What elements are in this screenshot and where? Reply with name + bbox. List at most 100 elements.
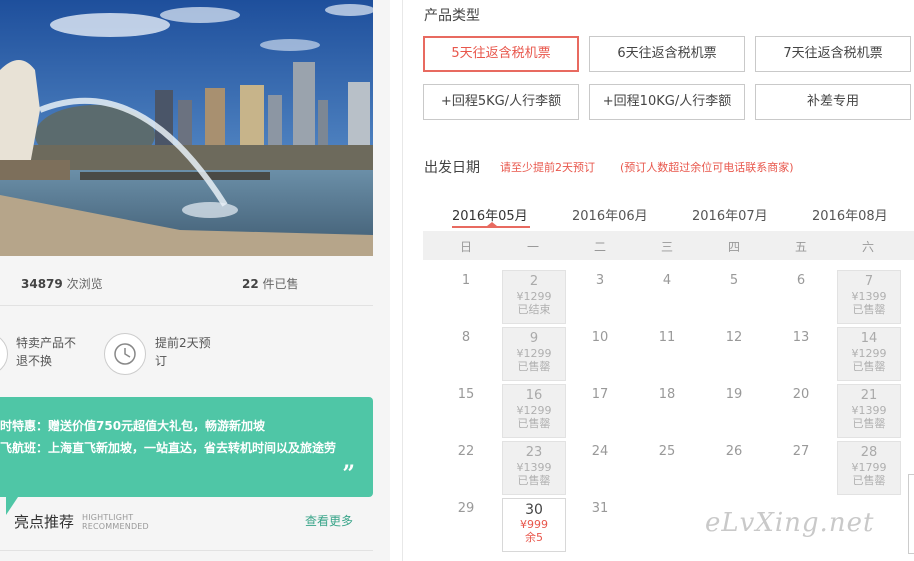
tab-month-2016-08[interactable]: 2016年08月: [812, 205, 888, 224]
highlight-en-line2: RECOMMENDED: [82, 522, 149, 531]
weekday-header: 日 一 二 三 四 五 六: [423, 231, 914, 260]
view-more-link[interactable]: 查看更多: [305, 512, 353, 529]
no-refund-icon: [0, 333, 8, 375]
calendar-day: 3: [595, 273, 605, 288]
promo-line-2: 飞航班：上海直飞新加坡，一站直达，省去转机时间以及旅途劳: [0, 441, 337, 455]
calendar-day: 6: [796, 273, 806, 288]
calendar-day: 27: [792, 444, 810, 459]
day-number: 16: [525, 388, 543, 403]
promo-line-1: 时特惠：赠送价值750元超值大礼包，畅游新加坡: [0, 419, 266, 433]
calendar-day-priced[interactable]: 7 ¥1399 已售罄: [837, 270, 901, 324]
day-price: ¥1399: [516, 461, 552, 474]
service-features: 特卖产品不 退不换 提前2天预 订: [0, 307, 373, 391]
day-number: 23: [525, 445, 543, 460]
day-number: 28: [860, 445, 878, 460]
weekday-thu: 四: [727, 240, 740, 254]
feature-advance-line2: 订: [155, 354, 168, 368]
day-price: ¥1299: [516, 347, 552, 360]
day-status: 已售罄: [852, 360, 886, 373]
calendar-day: 13: [792, 330, 810, 345]
calendar-day-priced[interactable]: 16 ¥1299 已售罄: [502, 384, 566, 438]
tab-month-2016-06[interactable]: 2016年06月: [572, 205, 648, 224]
highlight-title: 亮点推荐: [14, 513, 75, 531]
day-number: 2: [529, 274, 539, 289]
day-price: ¥1299: [851, 347, 887, 360]
weekday-tue: 二: [593, 240, 606, 254]
advance-booking-tip: 请至少提前2天预订: [500, 161, 595, 174]
sold-count: 22: [242, 277, 259, 291]
feature-no-refund-line1: 特卖产品不: [16, 336, 77, 350]
calendar-day: 25: [658, 444, 676, 459]
calendar-day-available[interactable]: 30 ¥999 余5: [502, 498, 566, 552]
product-option-6day[interactable]: 6天往返含税机票: [589, 36, 745, 72]
feature-advance-booking: 提前2天预 订: [155, 334, 235, 370]
sold-stat: 22 件已售: [242, 275, 299, 292]
day-price: ¥1399: [851, 290, 887, 303]
day-status: 已售罄: [852, 303, 886, 316]
weekday-wed: 三: [660, 240, 673, 254]
calendar-day: 31: [591, 501, 609, 516]
product-option-luggage-5kg[interactable]: +回程5KG/人行李额: [423, 84, 579, 120]
calendar-day: 10: [591, 330, 609, 345]
calendar-day-priced[interactable]: 2 ¥1299 已结束: [502, 270, 566, 324]
day-price: ¥999: [520, 518, 548, 531]
calendar-day: 20: [792, 387, 810, 402]
calendar-day: 5: [729, 273, 739, 288]
day-number: 30: [525, 502, 543, 518]
day-number: 7: [864, 274, 874, 289]
calendar-day: 22: [457, 444, 475, 459]
booking-panel: 产品类型 5天往返含税机票 6天往返含税机票 7天往返含税机票 +回程5KG/人…: [404, 0, 914, 561]
calendar-day: 11: [658, 330, 676, 345]
day-status: 已售罄: [517, 474, 551, 487]
day-price: ¥1799: [851, 461, 887, 474]
feature-no-refund-line2: 退不换: [16, 354, 53, 368]
day-price: ¥1399: [851, 404, 887, 417]
side-scroll-indicator[interactable]: [908, 474, 914, 554]
day-number: 14: [860, 331, 878, 346]
feature-advance-line1: 提前2天预: [155, 336, 211, 350]
departure-date-label: 出发日期: [424, 160, 480, 176]
calendar-day-priced[interactable]: 14 ¥1299 已售罄: [837, 327, 901, 381]
tab-month-2016-07[interactable]: 2016年07月: [692, 205, 768, 224]
promo-box: 时特惠：赠送价值750元超值大礼包，畅游新加坡 飞航班：上海直飞新加坡，一站直达…: [0, 397, 373, 497]
weekday-mon: 一: [526, 240, 539, 254]
product-type-label: 产品类型: [424, 8, 480, 24]
day-number: 21: [860, 388, 878, 403]
day-status: 已售罄: [517, 417, 551, 430]
panel-divider: [402, 0, 403, 561]
product-info-panel: 34879 次浏览 22 件已售 特卖产品不 退不换 提前2天预 订 时特惠：赠…: [0, 0, 390, 561]
calendar-day: 12: [725, 330, 743, 345]
feature-no-refund: 特卖产品不 退不换: [16, 334, 96, 370]
day-status: 已售罄: [852, 474, 886, 487]
day-price: ¥1299: [516, 404, 552, 417]
calendar-day: 26: [725, 444, 743, 459]
calendar-day: 24: [591, 444, 609, 459]
calendar-day: 17: [591, 387, 609, 402]
calendar-day-priced[interactable]: 9 ¥1299 已售罄: [502, 327, 566, 381]
product-option-luggage-10kg[interactable]: +回程10KG/人行李额: [589, 84, 745, 120]
day-status: 已售罄: [852, 417, 886, 430]
product-option-7day[interactable]: 7天往返含税机票: [755, 36, 911, 72]
product-option-price-diff[interactable]: 补差专用: [755, 84, 911, 120]
weekday-sun: 日: [459, 240, 472, 254]
views-stat: 34879 次浏览: [21, 275, 103, 292]
calendar-day-priced[interactable]: 21 ¥1399 已售罄: [837, 384, 901, 438]
day-status: 已结束: [517, 303, 551, 316]
contact-merchant-tip: (预订人数超过余位可电话联系商家): [620, 161, 794, 174]
weekday-fri: 五: [794, 240, 807, 254]
stats-bar: 34879 次浏览 22 件已售: [0, 256, 373, 306]
active-tab-caret: [487, 222, 497, 226]
calendar-day: 8: [461, 330, 471, 345]
day-number: 9: [529, 331, 539, 346]
views-count: 34879: [21, 277, 63, 291]
calendar-day: 15: [457, 387, 475, 402]
views-label: 次浏览: [66, 277, 103, 291]
calendar-day-priced[interactable]: 23 ¥1399 已售罄: [502, 441, 566, 495]
highlight-en-subtitle: HIGHTLIGHT RECOMMENDED: [82, 513, 149, 531]
calendar-day-priced[interactable]: 28 ¥1799 已售罄: [837, 441, 901, 495]
day-price: ¥1299: [516, 290, 552, 303]
day-status: 余5: [525, 531, 543, 544]
product-option-5day[interactable]: 5天往返含税机票: [423, 36, 579, 72]
highlight-section: 亮点推荐 HIGHTLIGHT RECOMMENDED 查看更多: [0, 505, 373, 551]
quote-icon: ”: [342, 461, 355, 487]
